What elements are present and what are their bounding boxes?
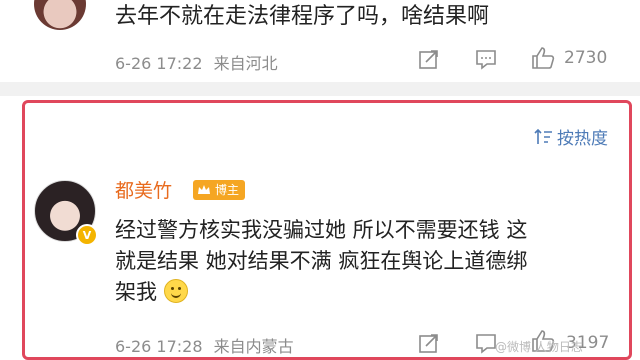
like-count: 2730: [564, 48, 608, 68]
highlight-box: [22, 100, 632, 360]
like-icon[interactable]: [530, 45, 556, 71]
comment-icon[interactable]: [475, 48, 497, 70]
divider: [0, 82, 640, 96]
avatar[interactable]: [34, 0, 86, 30]
comment-text: 去年不就在走法律程序了吗，啥结果啊: [115, 4, 490, 29]
comment-time: 6-26 17:22: [115, 54, 203, 73]
comment-location: 来自河北: [213, 54, 278, 73]
comment-item: 去年不就在走法律程序了吗，啥结果啊 6-26 17:22 来自河北 2730: [0, 0, 640, 82]
share-icon[interactable]: [418, 48, 440, 70]
comment-meta: 6-26 17:22 来自河北: [115, 50, 278, 74]
